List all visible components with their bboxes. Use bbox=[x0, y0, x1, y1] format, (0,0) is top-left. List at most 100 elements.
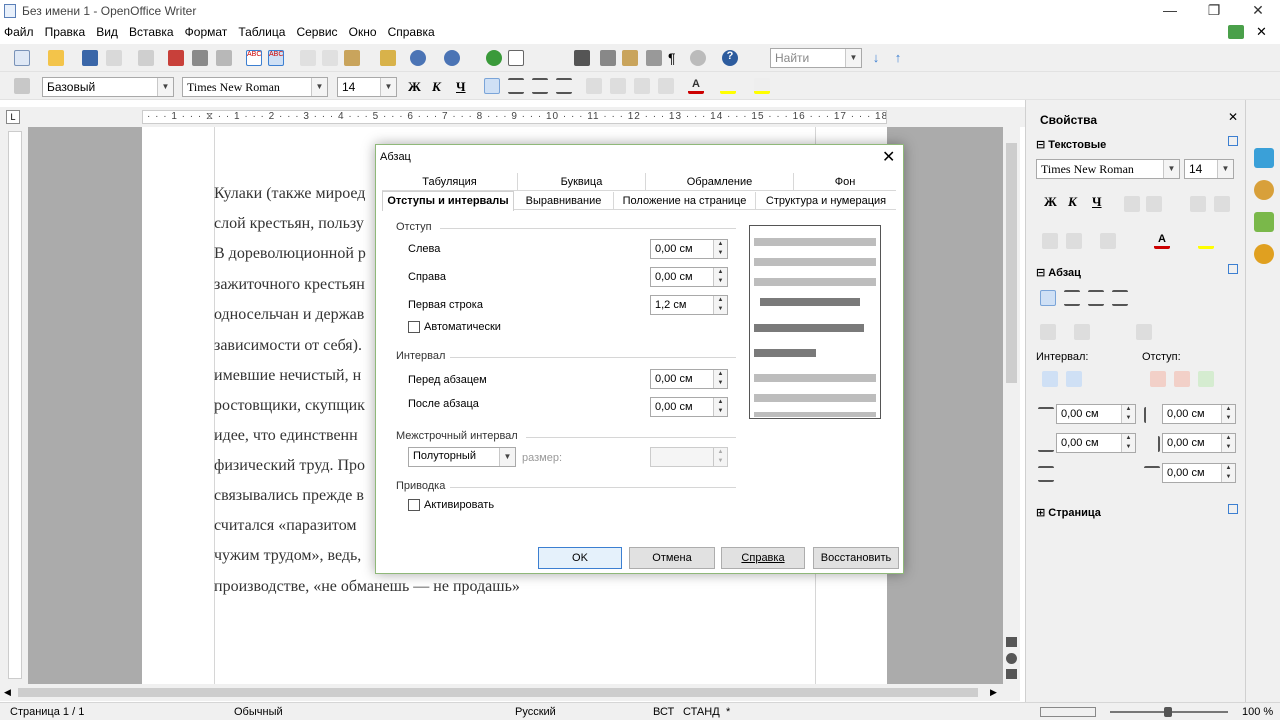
close-document-icon[interactable]: ✕ bbox=[1256, 24, 1267, 40]
print-icon[interactable] bbox=[192, 50, 208, 66]
font-name-combo[interactable]: Times New Roman ▼ bbox=[182, 77, 328, 97]
line-spacing-combo[interactable]: Полуторный ▼ bbox=[408, 447, 516, 467]
before-indent-field[interactable]: 0,00 см ▲ ▼ bbox=[1162, 404, 1236, 424]
spin-arrows-icon[interactable]: ▲ ▼ bbox=[713, 370, 727, 388]
zoom-slider-knob[interactable] bbox=[1164, 707, 1172, 717]
menu-edit[interactable]: Правка bbox=[41, 22, 90, 42]
tab-tabs[interactable]: Табуляция bbox=[382, 173, 518, 191]
increase-spacing-icon[interactable] bbox=[1042, 371, 1058, 387]
menu-tools[interactable]: Сервис bbox=[292, 22, 341, 42]
language-status[interactable]: Русский bbox=[515, 706, 556, 718]
shrink-font-icon[interactable] bbox=[1214, 196, 1230, 212]
paragraph-background-icon[interactable] bbox=[1136, 324, 1152, 340]
spin-arrows-icon[interactable]: ▲ ▼ bbox=[713, 268, 727, 286]
edit-file-icon[interactable] bbox=[138, 50, 154, 66]
align-left-icon[interactable] bbox=[484, 78, 500, 94]
line-spacing-size-field[interactable]: ▲ ▼ bbox=[650, 447, 728, 467]
open-icon[interactable] bbox=[48, 50, 64, 66]
first-line-field[interactable]: 1,2 см ▲ ▼ bbox=[650, 295, 728, 315]
align-center-icon[interactable] bbox=[508, 78, 524, 94]
before-paragraph-field[interactable]: 0,00 см ▲ ▼ bbox=[650, 369, 728, 389]
justify-icon[interactable] bbox=[556, 78, 572, 94]
left-indent-field[interactable]: 0,00 см ▲ ▼ bbox=[650, 239, 728, 259]
italic-button[interactable]: К bbox=[432, 79, 441, 95]
underline-button[interactable]: Ч bbox=[456, 79, 466, 95]
chevron-down-icon[interactable]: ▼ bbox=[845, 49, 861, 67]
first-line-indent-field[interactable]: 0,00 см ▲ ▼ bbox=[1162, 463, 1236, 483]
redo-icon[interactable] bbox=[444, 50, 460, 66]
spin-arrows-icon[interactable]: ▲ ▼ bbox=[1221, 405, 1235, 423]
hanging-indent-icon[interactable] bbox=[1198, 371, 1214, 387]
numbering-icon[interactable] bbox=[586, 78, 602, 94]
styles-tab-icon[interactable] bbox=[1254, 180, 1274, 200]
update-icon[interactable] bbox=[1228, 25, 1244, 39]
next-page-icon[interactable] bbox=[1006, 669, 1017, 679]
after-indent-field[interactable]: 0,00 см ▲ ▼ bbox=[1162, 433, 1236, 453]
print-preview-icon[interactable] bbox=[216, 50, 232, 66]
sidebar-align-right-icon[interactable] bbox=[1088, 290, 1104, 306]
superscript-icon[interactable] bbox=[1042, 233, 1058, 249]
find-next-icon[interactable]: ↓ bbox=[868, 50, 884, 66]
new-document-icon[interactable] bbox=[14, 50, 30, 66]
tab-background[interactable]: Фон bbox=[794, 173, 896, 191]
maximize-button[interactable]: ❐ bbox=[1192, 0, 1236, 22]
find-previous-icon[interactable]: ↑ bbox=[890, 50, 906, 66]
menu-insert[interactable]: Вставка bbox=[125, 22, 178, 42]
clone-formatting-icon[interactable] bbox=[380, 50, 396, 66]
bullets-icon[interactable] bbox=[610, 78, 626, 94]
previous-page-icon[interactable] bbox=[1006, 637, 1017, 647]
scroll-thumb[interactable] bbox=[1006, 143, 1017, 383]
page-section-header[interactable]: ⊞ Страница bbox=[1036, 506, 1101, 519]
minimize-button[interactable]: — bbox=[1148, 0, 1192, 22]
help-button[interactable]: Справка bbox=[721, 547, 805, 569]
sidebar-align-left-icon[interactable] bbox=[1040, 290, 1056, 306]
spin-arrows-icon[interactable]: ▲ ▼ bbox=[1121, 434, 1135, 452]
tab-alignment[interactable]: Выравнивание bbox=[514, 192, 614, 210]
after-paragraph-field[interactable]: 0,00 см ▲ ▼ bbox=[650, 397, 728, 417]
shadow-icon[interactable] bbox=[1146, 196, 1162, 212]
menu-help[interactable]: Справка bbox=[384, 22, 439, 42]
sidebar-font-color-icon[interactable]: A bbox=[1154, 233, 1170, 249]
paragraph-more-options-icon[interactable] bbox=[1228, 264, 1238, 274]
sidebar-italic-button[interactable]: К bbox=[1068, 194, 1077, 210]
hyperlink-icon[interactable] bbox=[486, 50, 502, 66]
styles-icon[interactable] bbox=[14, 78, 30, 94]
spin-arrows-icon[interactable]: ▲ ▼ bbox=[1221, 434, 1235, 452]
bold-button[interactable]: Ж bbox=[408, 79, 421, 95]
close-dialog-icon[interactable]: ✕ bbox=[882, 147, 895, 167]
save-icon[interactable] bbox=[82, 50, 98, 66]
close-window-button[interactable]: ✕ bbox=[1236, 0, 1280, 22]
formatting-marks-icon[interactable]: ¶ bbox=[668, 50, 684, 66]
view-layout-icons[interactable] bbox=[1040, 707, 1096, 717]
below-spacing-field[interactable]: 0,00 см ▲ ▼ bbox=[1056, 433, 1136, 453]
text-section-header[interactable]: ⊟ Текстовые bbox=[1036, 138, 1106, 151]
sidebar-font-combo[interactable]: Times New Roman ▼ bbox=[1036, 159, 1180, 179]
sidebar-align-center-icon[interactable] bbox=[1064, 290, 1080, 306]
highlight-icon[interactable] bbox=[720, 78, 736, 94]
selection-mode-status[interactable]: СТАНД bbox=[683, 706, 720, 718]
undo-icon[interactable] bbox=[410, 50, 426, 66]
vertical-scrollbar[interactable] bbox=[1003, 127, 1020, 684]
navigator-tab-icon[interactable] bbox=[1254, 244, 1274, 264]
line-spacing-icon[interactable] bbox=[1038, 466, 1054, 482]
right-indent-field[interactable]: 0,00 см ▲ ▼ bbox=[650, 267, 728, 287]
scroll-thumb[interactable] bbox=[18, 688, 978, 697]
tab-indents-spacing[interactable]: Отступы и интервалы bbox=[382, 191, 514, 211]
subscript-icon[interactable] bbox=[1066, 233, 1082, 249]
spellcheck-icon[interactable]: ABC bbox=[246, 50, 262, 66]
sidebar-decrease-indent-icon[interactable] bbox=[1174, 371, 1190, 387]
spin-arrows-icon[interactable]: ▲ ▼ bbox=[713, 398, 727, 416]
properties-tab-icon[interactable] bbox=[1254, 148, 1274, 168]
tab-stop-selector[interactable]: L bbox=[6, 110, 20, 124]
character-spacing-icon[interactable] bbox=[1100, 233, 1116, 249]
sidebar-bold-button[interactable]: Ж bbox=[1044, 194, 1057, 210]
export-pdf-icon[interactable] bbox=[168, 50, 184, 66]
chevron-down-icon[interactable]: ▼ bbox=[1217, 160, 1233, 178]
reset-button[interactable]: Восстановить bbox=[813, 547, 899, 569]
menu-window[interactable]: Окно bbox=[345, 22, 381, 42]
activate-checkbox[interactable] bbox=[408, 499, 420, 511]
cut-icon[interactable] bbox=[300, 50, 316, 66]
help-icon[interactable]: ? bbox=[722, 50, 738, 66]
paragraph-style-combo[interactable]: Базовый ▼ bbox=[42, 77, 174, 97]
page-more-options-icon[interactable] bbox=[1228, 504, 1238, 514]
